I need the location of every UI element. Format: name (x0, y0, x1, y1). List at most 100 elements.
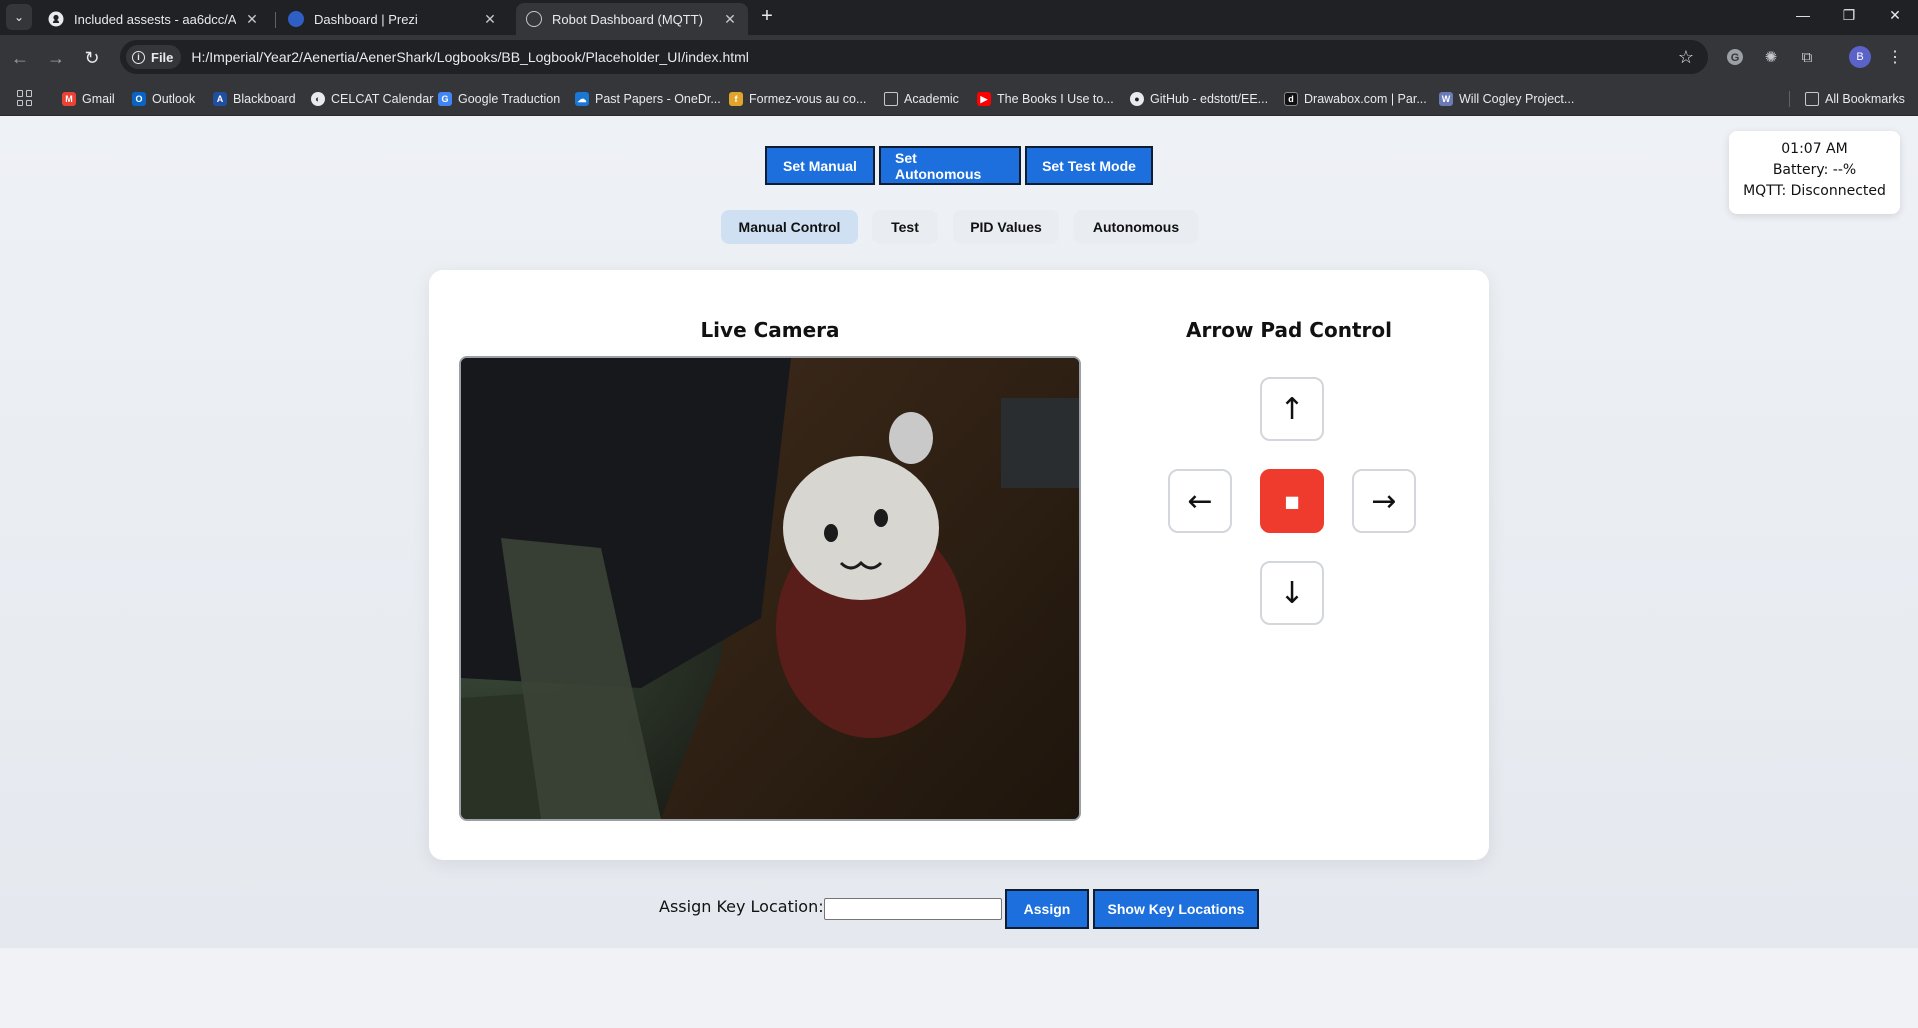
live-camera-feed (459, 356, 1081, 821)
folder-icon (884, 92, 898, 106)
set-test-mode-button[interactable]: Set Test Mode (1025, 146, 1153, 185)
bookmark-outlook[interactable]: O Outlook (132, 88, 195, 110)
bookmark-label: Gmail (82, 92, 115, 106)
dark-mode-extension-icon[interactable]: ✺ (1760, 46, 1782, 68)
close-window-icon[interactable]: ✕ (1872, 0, 1918, 30)
bookmark-books[interactable]: ▶ The Books I Use to... (977, 88, 1114, 110)
apps-grid-icon[interactable] (17, 90, 33, 106)
bookmark-label: The Books I Use to... (997, 92, 1114, 106)
folder-icon (1805, 92, 1819, 106)
github-icon: ● (1130, 92, 1144, 106)
right-arrow-button[interactable]: → (1352, 469, 1416, 533)
github-icon (48, 11, 64, 27)
address-bar[interactable]: i File H:/Imperial/Year2/Aenertia/AenerS… (120, 40, 1708, 74)
gmail-icon: M (62, 92, 76, 106)
bookmark-google-traduction[interactable]: G Google Traduction (438, 88, 560, 110)
tab-autonomous[interactable]: Autonomous (1074, 210, 1198, 244)
restore-icon[interactable]: ❐ (1826, 0, 1872, 30)
close-icon[interactable]: ✕ (722, 11, 738, 27)
assign-key-input[interactable] (824, 898, 1002, 920)
set-manual-button[interactable]: Set Manual (765, 146, 875, 185)
bookmark-label: GitHub - edstott/EE... (1150, 92, 1269, 106)
bookmark-label: CELCAT Calendar (331, 92, 434, 106)
browser-tab-strip: ⌄ Included assests - aa6dcc/Aene ✕ Dashb… (0, 0, 1918, 35)
all-bookmarks[interactable]: All Bookmarks (1805, 88, 1905, 110)
stop-button[interactable]: ■ (1260, 469, 1324, 533)
bookmark-formez-vous[interactable]: f Formez-vous au co... (729, 88, 866, 110)
arrow-pad-title: Arrow Pad Control (1186, 318, 1392, 342)
bookmark-celcat[interactable]: ◐ CELCAT Calendar (311, 88, 433, 110)
reload-icon[interactable]: ↻ (78, 44, 106, 72)
tab-title: Robot Dashboard (MQTT) (552, 11, 703, 27)
globe-icon (526, 11, 542, 27)
forward-icon[interactable]: → (42, 44, 70, 72)
more-menu-icon[interactable]: ⋮ (1887, 46, 1903, 68)
new-tab-icon[interactable]: + (756, 5, 778, 27)
bookmark-label: Past Papers - OneDr... (595, 92, 721, 106)
camera-title: Live Camera (700, 318, 840, 342)
tab-manual-control[interactable]: Manual Control (721, 210, 858, 244)
url-text[interactable]: H:/Imperial/Year2/Aenertia/AenerShark/Lo… (191, 49, 748, 65)
dashboard-page: Set Manual Set Autonomous Set Test Mode … (0, 116, 1918, 1028)
close-icon[interactable]: ✕ (482, 11, 498, 27)
drawabox-icon: d (1284, 92, 1298, 106)
formez-icon: f (729, 92, 743, 106)
bookmarks-bar: M Gmail O Outlook A Blackboard ◐ CELCAT … (0, 81, 1918, 116)
tab-search-icon[interactable]: ⌄ (6, 4, 32, 30)
close-icon[interactable]: ✕ (244, 11, 260, 27)
bookmark-past-papers[interactable]: ☁ Past Papers - OneDr... (575, 88, 721, 110)
tab-title: Dashboard | Prezi (314, 11, 418, 27)
minimize-icon[interactable]: — (1780, 0, 1826, 30)
assign-key-label: Assign Key Location: (659, 897, 824, 916)
bookmark-label: Drawabox.com | Par... (1304, 92, 1427, 106)
bookmark-drawabox[interactable]: d Drawabox.com | Par... (1284, 88, 1427, 110)
tab-included-assets[interactable]: Included assests - aa6dcc/Aene ✕ (38, 3, 270, 35)
celcat-icon: ◐ (311, 92, 325, 106)
down-arrow-button[interactable]: ↓ (1260, 561, 1324, 625)
tab-robot-dashboard[interactable]: Robot Dashboard (MQTT) ✕ (516, 3, 748, 35)
tab-pid-values[interactable]: PID Values (953, 210, 1059, 244)
bookmarks-divider (1789, 91, 1790, 107)
status-panel: 01:07 AM Battery: --% MQTT: Disconnected (1729, 131, 1900, 214)
status-mqtt: MQTT: Disconnected (1743, 183, 1886, 199)
bookmark-label: All Bookmarks (1825, 92, 1905, 106)
page-footer-area (0, 948, 1918, 1028)
up-arrow-button[interactable]: ↑ (1260, 377, 1324, 441)
status-time: 01:07 AM (1781, 141, 1848, 157)
bookmark-blackboard[interactable]: A Blackboard (213, 88, 296, 110)
left-arrow-button[interactable]: ← (1168, 469, 1232, 533)
bookmark-github-edstott[interactable]: ● GitHub - edstott/EE... (1130, 88, 1268, 110)
status-battery: Battery: --% (1772, 162, 1857, 178)
camera-frame-image (461, 358, 1079, 819)
bookmark-star-icon[interactable]: ☆ (1678, 47, 1694, 68)
show-key-locations-button[interactable]: Show Key Locations (1093, 889, 1259, 929)
prezi-icon (288, 11, 304, 27)
bookmark-gmail[interactable]: M Gmail (62, 88, 115, 110)
bookmark-label: Formez-vous au co... (749, 92, 867, 106)
scheme-label: File (151, 49, 174, 65)
back-icon[interactable]: ← (6, 44, 34, 72)
manual-control-card: Live Camera Arrow Pad Control ↑ ← ■ → ↓ (429, 270, 1489, 860)
blackboard-icon: A (213, 92, 227, 106)
site-info-chip[interactable]: i File (126, 45, 182, 69)
google-translate-icon: G (438, 92, 452, 106)
bookmark-label: Blackboard (233, 92, 296, 106)
profile-avatar[interactable]: B (1849, 46, 1871, 68)
tab-test[interactable]: Test (872, 210, 938, 244)
bookmark-will-cogley[interactable]: W Will Cogley Project... (1439, 88, 1574, 110)
youtube-icon: ▶ (977, 92, 991, 106)
bookmark-label: Google Traduction (458, 92, 561, 106)
bookmark-label: Academic (904, 92, 959, 106)
set-autonomous-button[interactable]: Set Autonomous (879, 146, 1021, 185)
info-icon: i (132, 50, 145, 64)
will-cogley-icon: W (1439, 92, 1453, 106)
extensions-icon[interactable]: ⧉ (1796, 46, 1818, 68)
svg-text:G: G (1731, 52, 1740, 64)
bookmark-label: Outlook (152, 92, 196, 106)
browser-toolbar: ← → ↻ i File H:/Imperial/Year2/Aenertia/… (0, 35, 1918, 81)
bookmark-folder-academic[interactable]: Academic (884, 88, 959, 110)
assign-button[interactable]: Assign (1005, 889, 1089, 929)
tab-dashboard-prezi[interactable]: Dashboard | Prezi ✕ (278, 3, 508, 35)
bookmark-label: Will Cogley Project... (1459, 92, 1575, 106)
grammarly-icon[interactable]: G (1724, 46, 1746, 68)
